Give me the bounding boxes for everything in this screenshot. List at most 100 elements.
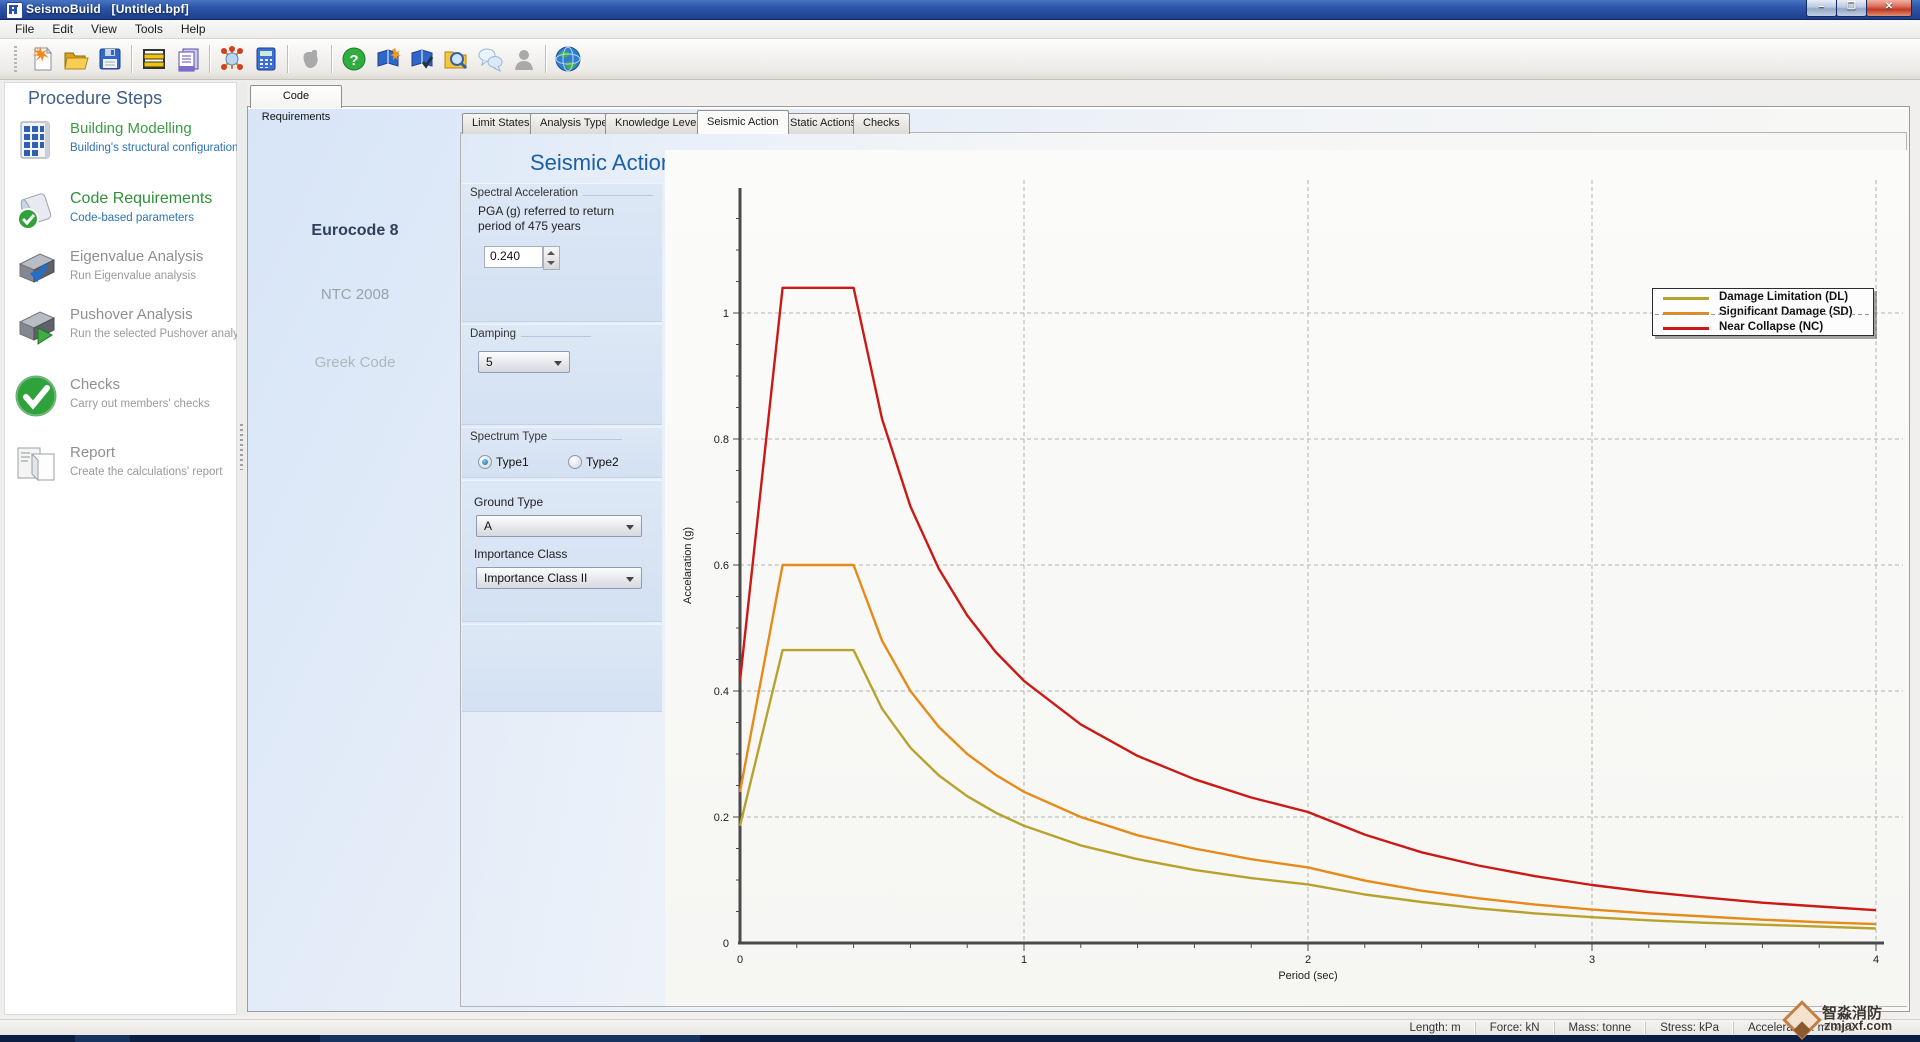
- legend-significant-damage: Significant Damage (SD): [1653, 306, 1873, 319]
- tutorial-book-icon[interactable]: [371, 43, 405, 75]
- pga-input[interactable]: 0.240: [484, 246, 543, 268]
- spinner-up-icon[interactable]: [547, 251, 555, 255]
- step-subtitle: Building's structural configuration: [70, 142, 238, 154]
- green-check-icon: [14, 374, 58, 418]
- sidebar-item-code-requirements[interactable]: Code Requirements Code-based parameters: [10, 188, 230, 240]
- pga-spinner[interactable]: [543, 246, 560, 270]
- chart-legend: Damage Limitation (DL) Significant Damag…: [1652, 288, 1874, 336]
- svg-text:3: 3: [1589, 954, 1595, 966]
- window-bottom-edge: [0, 1035, 1920, 1042]
- damping-select[interactable]: 5: [478, 351, 570, 373]
- checks-book-icon[interactable]: [405, 43, 439, 75]
- status-mass: Mass: tonne: [1554, 1022, 1646, 1034]
- subtab-knowledge-level[interactable]: Knowledge Level: [605, 113, 709, 134]
- pga-description: PGA (g) referred to return period of 475…: [478, 204, 648, 234]
- code-calculator-icon[interactable]: [249, 43, 283, 75]
- menu-help[interactable]: Help: [172, 20, 215, 38]
- menu-edit[interactable]: Edit: [43, 20, 82, 38]
- step-title: Eigenvalue Analysis: [70, 248, 203, 265]
- svg-text:Accelaration (g): Accelaration (g): [682, 527, 694, 604]
- group-label: Spectrum Type: [470, 431, 547, 443]
- new-project-icon[interactable]: [25, 43, 59, 75]
- save-project-icon[interactable]: [93, 43, 127, 75]
- legend-near-collapse: Near Collapse (NC): [1653, 321, 1873, 334]
- code-greek-code[interactable]: Greek Code: [250, 354, 460, 371]
- sidebar-item-checks[interactable]: Checks Carry out members' checks: [10, 374, 230, 426]
- damping-group: Damping 5: [462, 324, 662, 425]
- step-subtitle: Create the calculations' report: [70, 466, 222, 478]
- nc-line-swatch: [1663, 327, 1709, 330]
- pointer-tool-disabled-icon: [293, 43, 327, 75]
- toolbar-grip[interactable]: [14, 46, 17, 72]
- importance-class-select[interactable]: Importance Class II: [476, 567, 642, 589]
- step-subtitle: Run Eigenvalue analysis: [70, 270, 196, 282]
- spinner-down-icon[interactable]: [547, 261, 555, 265]
- type1-label[interactable]: Type1: [496, 455, 529, 469]
- tab-code-requirements[interactable]: Code Requirements: [250, 85, 342, 108]
- open-project-icon[interactable]: [59, 43, 93, 75]
- restore-button[interactable]: ❐: [1836, 0, 1867, 17]
- svg-text:0.6: 0.6: [714, 560, 729, 572]
- minimize-button[interactable]: –: [1806, 0, 1837, 17]
- close-button[interactable]: ✕: [1866, 0, 1912, 17]
- type1-radio[interactable]: [478, 455, 492, 469]
- processor-run-icon: [14, 304, 58, 348]
- toolbar: ?: [0, 39, 1920, 80]
- spectral-acceleration-group: Spectral Acceleration PGA (g) referred t…: [462, 183, 662, 322]
- sidebar-item-eigenvalue-analysis[interactable]: Eigenvalue Analysis Run Eigenvalue analy…: [10, 246, 230, 298]
- svg-text:Period (sec): Period (sec): [1278, 970, 1337, 982]
- svg-text:1: 1: [723, 308, 729, 320]
- svg-text:0.8: 0.8: [714, 434, 729, 446]
- importance-class-label: Importance Class: [474, 547, 567, 561]
- step-title: Code Requirements: [70, 190, 212, 208]
- seismobuild-window: SeismoBuild [Untitled.bpf] – ❐ ✕ File Ed…: [0, 0, 1920, 1042]
- status-stress: Stress: kPa: [1645, 1022, 1733, 1034]
- group-label: Damping: [470, 328, 516, 340]
- scroll-check-icon: [14, 188, 58, 232]
- seismosoft-website-icon[interactable]: [551, 43, 585, 75]
- response-spectrum-chart: 0123400.20.40.60.81Period (sec)Accelarat…: [665, 150, 1908, 1006]
- ground-importance-group: Ground Type A Importance Class Importanc…: [462, 480, 662, 622]
- sidebar-item-pushover-analysis[interactable]: Pushover Analysis Run the selected Pusho…: [10, 304, 230, 356]
- code-ntc2008[interactable]: NTC 2008: [250, 286, 460, 303]
- help-icon[interactable]: ?: [337, 43, 371, 75]
- status-length: Length: m: [1396, 1022, 1475, 1034]
- ground-type-label: Ground Type: [474, 495, 543, 509]
- sidebar-splitter[interactable]: [237, 82, 247, 1015]
- subtab-limit-states[interactable]: Limit States: [462, 113, 539, 134]
- user-forum-disabled-icon: [507, 43, 541, 75]
- building-modeller-icon[interactable]: [137, 43, 171, 75]
- type2-label[interactable]: Type2: [586, 455, 619, 469]
- menu-file[interactable]: File: [6, 20, 43, 38]
- status-force: Force: kN: [1475, 1022, 1554, 1034]
- sd-line-swatch: [1663, 312, 1709, 315]
- group-label: Spectral Acceleration: [470, 187, 578, 199]
- svg-text:1: 1: [1021, 954, 1027, 966]
- splitter-handle[interactable]: [240, 424, 243, 470]
- feedback-bubbles-icon[interactable]: [473, 43, 507, 75]
- svg-text:4: 4: [1873, 954, 1879, 966]
- step-title: Checks: [70, 376, 120, 393]
- type2-radio[interactable]: [568, 455, 582, 469]
- step-title: Pushover Analysis: [70, 306, 193, 323]
- menu-tools[interactable]: Tools: [126, 20, 172, 38]
- page-title: Seismic Action: [530, 150, 673, 176]
- ground-type-select[interactable]: A: [476, 515, 642, 537]
- building-icon: [14, 118, 58, 162]
- eigenvalue-viewer-icon[interactable]: [215, 43, 249, 75]
- search-folder-icon[interactable]: [439, 43, 473, 75]
- sidebar-item-building-modelling[interactable]: Building Modelling Building's structural…: [10, 118, 230, 170]
- subtab-seismic-action[interactable]: Seismic Action: [697, 110, 789, 134]
- sidebar-item-report[interactable]: Report Create the calculations' report: [10, 442, 230, 494]
- watermark: 智淼消防 zmjaxf.com: [1786, 1000, 1920, 1038]
- step-subtitle: Carry out members' checks: [70, 398, 210, 410]
- chart-canvas: 0123400.20.40.60.81Period (sec)Accelarat…: [665, 150, 1908, 1006]
- subtab-checks[interactable]: Checks: [853, 113, 910, 134]
- svg-text:0.4: 0.4: [714, 686, 729, 698]
- report-icon[interactable]: [171, 43, 205, 75]
- code-eurocode8[interactable]: Eurocode 8: [250, 222, 460, 240]
- processor-check-icon: [14, 246, 58, 290]
- step-title: Report: [70, 444, 115, 461]
- menu-view[interactable]: View: [82, 20, 126, 38]
- empty-group: [462, 624, 662, 712]
